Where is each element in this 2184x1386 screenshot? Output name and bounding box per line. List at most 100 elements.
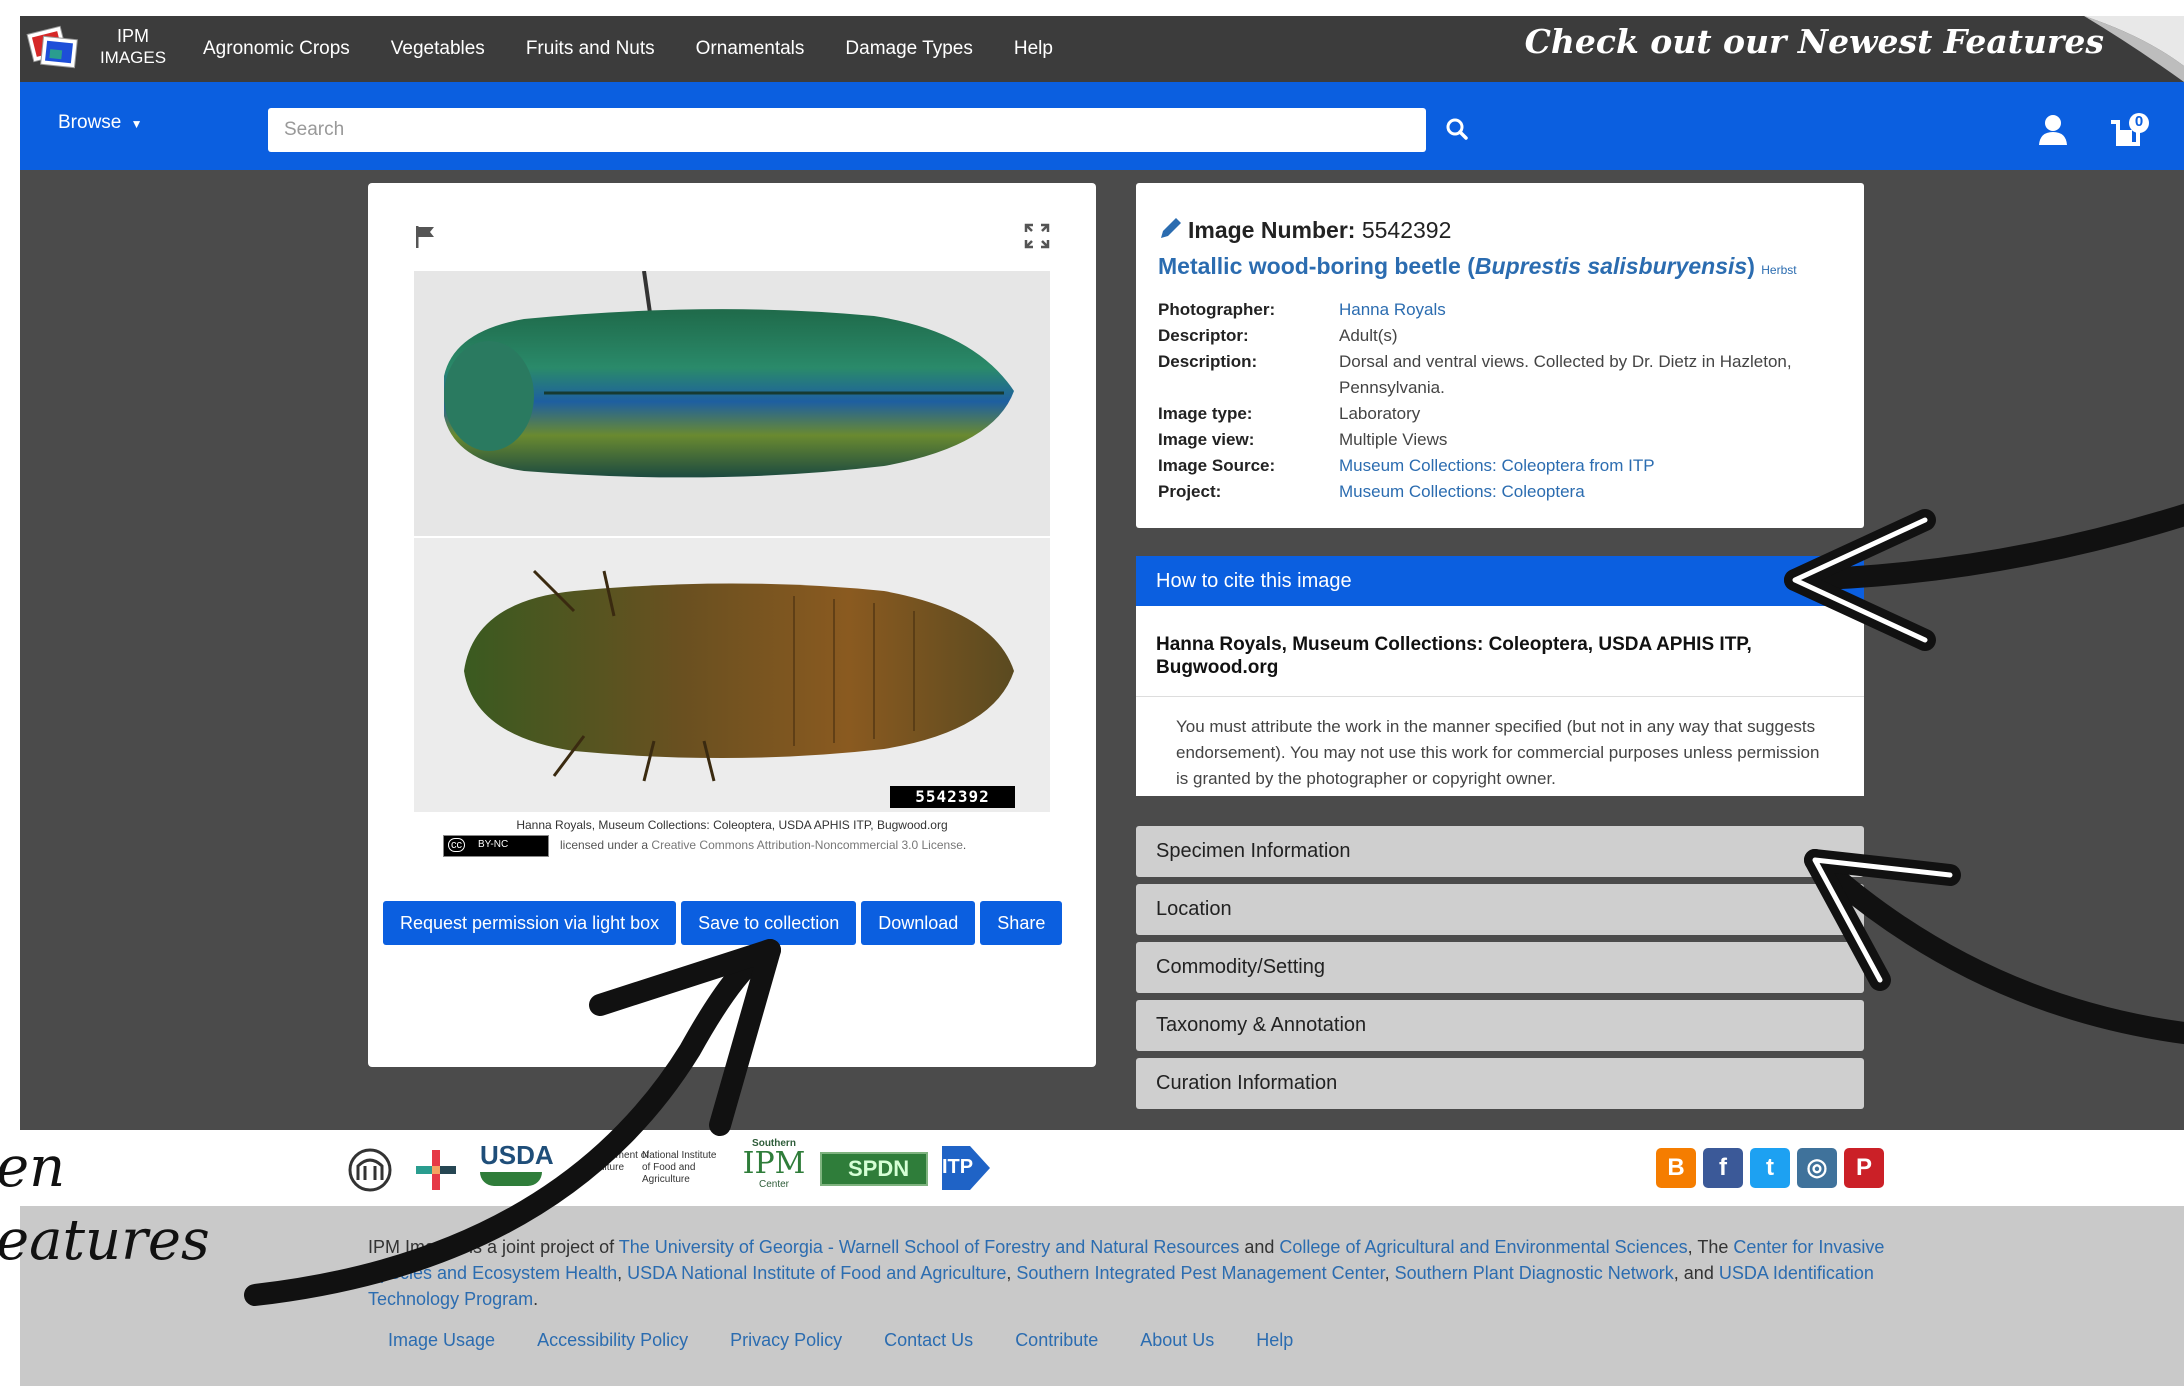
footer-links: Image Usage Accessibility Policy Privacy… bbox=[388, 1330, 1335, 1351]
search-input[interactable] bbox=[268, 108, 1426, 152]
field-image-type: Image type: Laboratory bbox=[1158, 401, 1848, 427]
ipm-logo-icon[interactable] bbox=[26, 24, 82, 74]
user-icon[interactable] bbox=[2038, 114, 2068, 146]
lightbox-count: 0 bbox=[2134, 113, 2144, 130]
footer-credit-text: , and bbox=[1673, 1263, 1719, 1283]
logo-line1: IPM bbox=[116, 26, 149, 46]
license-text: licensed under a Creative Commons Attrib… bbox=[560, 838, 966, 852]
beetle-photo[interactable] bbox=[414, 271, 1050, 812]
cc-license-badge[interactable]: cc BY-NC bbox=[443, 835, 549, 857]
species-name[interactable]: Metallic wood-boring beetle (Buprestis s… bbox=[1158, 253, 1797, 280]
nav-ornamentals[interactable]: Ornamentals bbox=[696, 38, 805, 60]
field-label: Image type: bbox=[1158, 404, 1253, 423]
image-number-tag: 5542392 bbox=[890, 786, 1015, 808]
cite-heading: How to cite this image bbox=[1136, 556, 1864, 606]
pinterest-icon[interactable]: P bbox=[1844, 1148, 1884, 1188]
usda-logo[interactable]: USDA bbox=[478, 1140, 554, 1196]
facebook-icon[interactable]: f bbox=[1703, 1148, 1743, 1188]
nav-agronomic-crops[interactable]: Agronomic Crops bbox=[203, 38, 350, 60]
spdn-logo[interactable]: SPDN bbox=[820, 1152, 928, 1186]
nav-vegetables[interactable]: Vegetables bbox=[391, 38, 485, 60]
browse-label: Browse bbox=[58, 112, 122, 133]
footer-credit-link[interactable]: College of Agricultural and Environmenta… bbox=[1279, 1237, 1687, 1257]
nav-help[interactable]: Help bbox=[1014, 38, 1053, 60]
cite-panel: Hanna Royals, Museum Collections: Coleop… bbox=[1136, 606, 1864, 796]
footer-credit-text: , bbox=[617, 1263, 628, 1283]
field-photographer: Photographer: Hanna Royals bbox=[1158, 297, 1848, 323]
footer-credit-link[interactable]: USDA National Institute of Food and Agri… bbox=[627, 1263, 1006, 1283]
request-permission-button[interactable]: Request permission via light box bbox=[383, 901, 677, 945]
nifa-logo[interactable]: National Institute of Food and Agricultu… bbox=[642, 1150, 722, 1186]
field-description: Description: Dorsal and ventral views. C… bbox=[1158, 349, 1848, 401]
instagram-icon[interactable]: ◎ bbox=[1797, 1148, 1837, 1188]
accordion-taxonomy-annotation[interactable]: Taxonomy & Annotation bbox=[1136, 1000, 1864, 1051]
footer-credit-text: . bbox=[533, 1289, 539, 1309]
logo-line2: IMAGES bbox=[99, 48, 167, 67]
accordion-location[interactable]: Location bbox=[1136, 884, 1864, 935]
footer: IPM Images is a joint project of The Uni… bbox=[20, 1206, 2184, 1386]
partner-logos: USDA ates ment of culture National Insti… bbox=[20, 1130, 2184, 1206]
southern-ipm-logo[interactable]: Southern IPM Center bbox=[738, 1138, 810, 1198]
main-nav: Agronomic Crops Vegetables Fruits and Nu… bbox=[203, 16, 1094, 82]
browse-dropdown[interactable]: Browse ▼ bbox=[58, 112, 143, 134]
accordion-curation-information[interactable]: Curation Information bbox=[1136, 1058, 1864, 1109]
divider bbox=[1136, 696, 1864, 697]
download-button[interactable]: Download bbox=[861, 901, 976, 945]
accordion-specimen-information[interactable]: Specimen Information bbox=[1136, 826, 1864, 877]
field-value: Multiple Views bbox=[1339, 430, 1448, 449]
image-number-heading: Image Number: 5542392 bbox=[1158, 217, 1451, 244]
footer-about-link[interactable]: About Us bbox=[1140, 1330, 1214, 1351]
blogger-icon[interactable]: B bbox=[1656, 1148, 1696, 1188]
usda-logo-swoosh bbox=[480, 1172, 542, 1186]
footer-image-usage-link[interactable]: Image Usage bbox=[388, 1330, 495, 1351]
twitter-icon[interactable]: t bbox=[1750, 1148, 1790, 1188]
common-name: Metallic wood-boring beetle ( bbox=[1158, 253, 1475, 279]
spdn-text: SPDN bbox=[848, 1156, 910, 1181]
fullscreen-icon[interactable] bbox=[1024, 223, 1050, 249]
citation-note: You must attribute the work in the manne… bbox=[1176, 717, 1820, 788]
footer-contact-link[interactable]: Contact Us bbox=[884, 1330, 973, 1351]
footer-credit-link[interactable]: Southern Integrated Pest Management Cent… bbox=[1016, 1263, 1384, 1283]
project-link[interactable]: Museum Collections: Coleoptera bbox=[1339, 479, 1799, 505]
image-number-value: 5542392 bbox=[1361, 217, 1452, 243]
field-value: Laboratory bbox=[1339, 404, 1421, 423]
flag-icon[interactable] bbox=[414, 225, 436, 249]
itp-text: ITP bbox=[942, 1156, 974, 1178]
lightbox-icon[interactable]: 0 bbox=[2108, 112, 2150, 148]
license-link[interactable]: Creative Commons Attribution-Noncommerci… bbox=[651, 838, 962, 852]
name-close: ) bbox=[1747, 253, 1755, 279]
save-to-collection-button[interactable]: Save to collection bbox=[681, 901, 857, 945]
pencil-icon[interactable] bbox=[1158, 215, 1184, 241]
search-icon[interactable] bbox=[1438, 110, 1478, 150]
nav-damage-types[interactable]: Damage Types bbox=[845, 38, 972, 60]
uga-arch-logo[interactable] bbox=[348, 1148, 392, 1192]
field-label: Descriptor: bbox=[1158, 326, 1249, 345]
share-button[interactable]: Share bbox=[980, 901, 1063, 945]
footer-accessibility-link[interactable]: Accessibility Policy bbox=[537, 1330, 688, 1351]
logo-text[interactable]: IPM IMAGES bbox=[98, 26, 168, 68]
photographer-link[interactable]: Hanna Royals bbox=[1339, 297, 1799, 323]
image-details-panel: Image Number: 5542392 Metallic wood-bori… bbox=[1136, 183, 1864, 528]
footer-credit-link[interactable]: The University of Georgia - Warnell Scho… bbox=[619, 1237, 1240, 1257]
sipm-main: IPM bbox=[742, 1146, 806, 1181]
field-label: Project: bbox=[1158, 482, 1222, 501]
newest-features-banner[interactable]: Check out our Newest Features bbox=[1525, 22, 2104, 61]
image-source-link[interactable]: Museum Collections: Coleoptera from ITP bbox=[1339, 453, 1799, 479]
annotation-text-line2: eatures bbox=[0, 1208, 210, 1273]
footer-privacy-link[interactable]: Privacy Policy bbox=[730, 1330, 842, 1351]
footer-credit-text: , The bbox=[1687, 1237, 1734, 1257]
footer-credit-link[interactable]: Southern Plant Diagnostic Network bbox=[1395, 1263, 1674, 1283]
itp-logo[interactable]: ITP bbox=[940, 1144, 992, 1192]
cies-logo[interactable] bbox=[412, 1146, 460, 1194]
accordion-commodity-setting[interactable]: Commodity/Setting bbox=[1136, 942, 1864, 993]
search-bar: Browse ▼ 0 bbox=[20, 82, 2184, 170]
nav-fruits-and-nuts[interactable]: Fruits and Nuts bbox=[526, 38, 655, 60]
field-image-view: Image view: Multiple Views bbox=[1158, 427, 1848, 453]
footer-contribute-link[interactable]: Contribute bbox=[1015, 1330, 1098, 1351]
footer-help-link[interactable]: Help bbox=[1256, 1330, 1293, 1351]
caret-down-icon: ▼ bbox=[130, 117, 143, 131]
footer-credit-text: , bbox=[1006, 1263, 1017, 1283]
footer-credit-text: IPM Images is a joint project of bbox=[368, 1237, 619, 1257]
field-label: Description: bbox=[1158, 352, 1258, 371]
field-value: Adult(s) bbox=[1339, 326, 1398, 345]
